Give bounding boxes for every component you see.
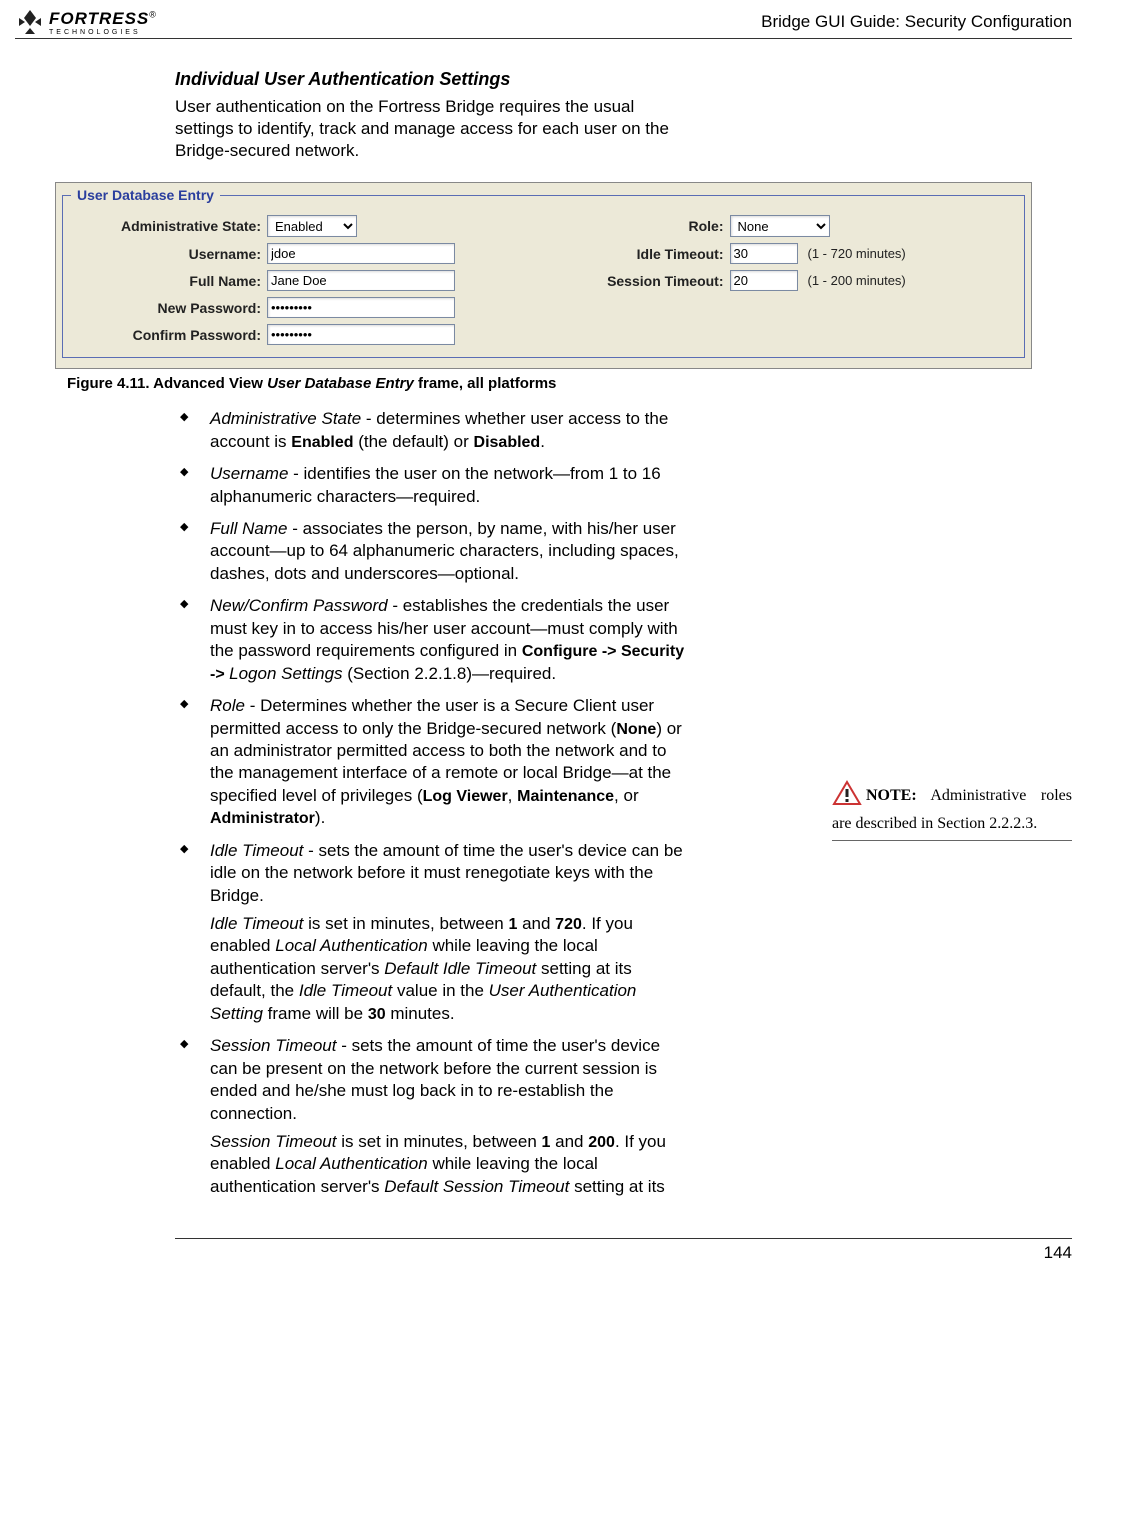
session-timeout-hint: (1 - 200 minutes) [798, 273, 906, 288]
logo-icon [15, 8, 45, 36]
logo-subtitle: TECHNOLOGIES [49, 29, 156, 36]
idle-timeout-label: Idle Timeout: [564, 246, 730, 262]
list-item: New/Confirm Password - establishes the c… [175, 595, 685, 695]
confirmpassword-input[interactable] [267, 324, 455, 345]
newpassword-input[interactable] [267, 297, 455, 318]
role-label: Role: [564, 218, 730, 234]
logo-text: FORTRESS [49, 9, 149, 28]
section-heading: Individual User Authentication Settings [175, 69, 695, 90]
user-database-entry-fieldset: User Database Entry Administrative State… [62, 187, 1025, 358]
section-intro: User authentication on the Fortress Brid… [175, 96, 695, 162]
confirmpassword-label: Confirm Password: [71, 327, 267, 343]
username-label: Username: [71, 246, 267, 262]
fullname-label: Full Name: [71, 273, 267, 289]
admin-state-label: Administrative State: [71, 218, 267, 234]
list-item: Session Timeout - sets the amount of tim… [175, 1035, 685, 1208]
page-header: FORTRESS® TECHNOLOGIES Bridge GUI Guide:… [15, 8, 1072, 39]
role-select[interactable]: None [730, 215, 830, 237]
document-path: Bridge GUI Guide: Security Configuration [761, 12, 1072, 32]
fieldset-legend: User Database Entry [71, 187, 220, 203]
fullname-input[interactable] [267, 270, 455, 291]
session-timeout-label: Session Timeout: [564, 273, 730, 289]
page-footer: 144 [175, 1238, 1072, 1263]
session-timeout-input[interactable] [730, 270, 798, 291]
list-item: Full Name - associates the person, by na… [175, 518, 685, 595]
note-icon [832, 780, 862, 813]
list-item: Username - identifies the user on the ne… [175, 463, 685, 518]
screenshot-panel: User Database Entry Administrative State… [55, 182, 1032, 369]
username-input[interactable] [267, 243, 455, 264]
margin-note: NOTE: Administrative roles are described… [832, 780, 1072, 841]
idle-timeout-input[interactable] [730, 243, 798, 264]
list-item: Idle Timeout - sets the amount of time t… [175, 840, 685, 1036]
page-number: 144 [1044, 1243, 1072, 1262]
list-item: Administrative State - determines whethe… [175, 408, 685, 463]
bullet-list: Administrative State - determines whethe… [175, 408, 685, 1208]
idle-timeout-hint: (1 - 720 minutes) [798, 246, 906, 261]
figure-caption: Figure 4.11. Advanced View User Database… [67, 375, 1032, 392]
newpassword-label: New Password: [71, 300, 267, 316]
admin-state-select[interactable]: Enabled [267, 215, 357, 237]
list-item: Role - Determines whether the user is a … [175, 695, 685, 840]
logo: FORTRESS® TECHNOLOGIES [15, 8, 156, 36]
